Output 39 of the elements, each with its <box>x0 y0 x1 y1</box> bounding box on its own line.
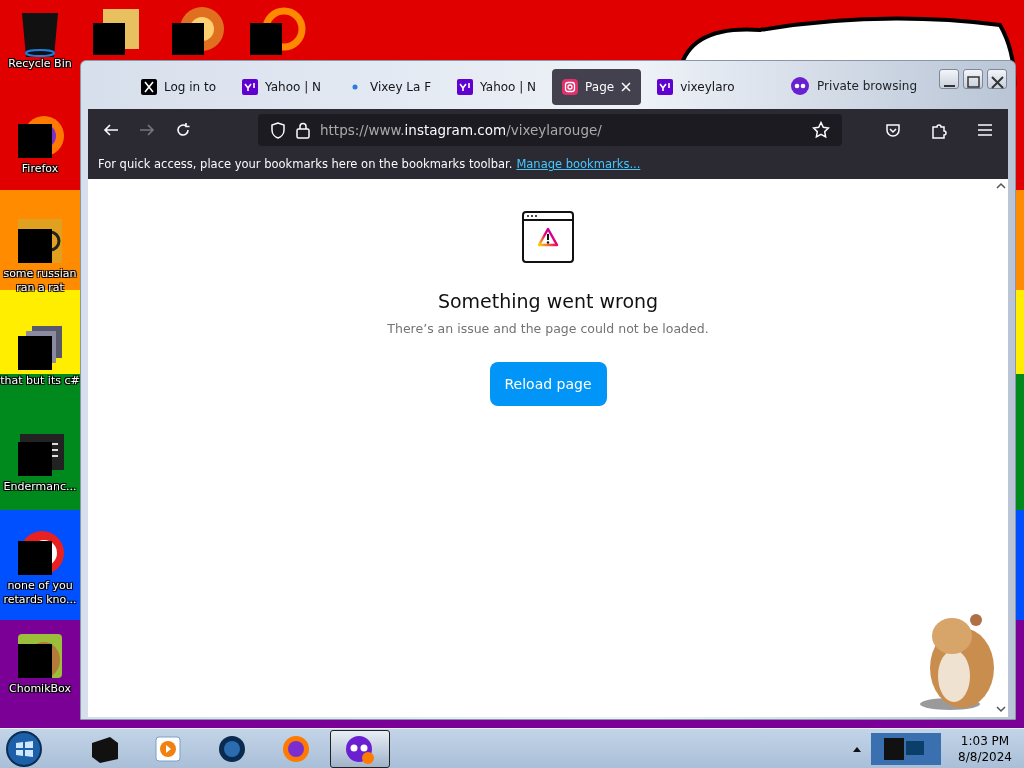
clock-date: 8/8/2024 <box>958 748 1012 765</box>
bookmarks-hint: For quick access, place your bookmarks here on the bookmarks toolbar. <box>98 156 513 174</box>
private-browsing-label: Private browsing <box>817 78 917 95</box>
scrollbar-down-icon[interactable] <box>996 706 1006 713</box>
instagram-logo-icon <box>562 79 579 95</box>
taskbar-item[interactable] <box>330 729 390 768</box>
url-text: https://www.instagram.com/vixeylarouge/ <box>320 120 602 140</box>
censored-icon[interactable] <box>250 5 306 57</box>
icon-label: some russian ran a rat <box>2 267 78 295</box>
browser-tab[interactable]: Log in to <box>131 69 227 105</box>
icon-label: ChomikBox <box>9 682 71 696</box>
start-button[interactable] <box>4 729 44 768</box>
close-icon[interactable] <box>621 82 632 92</box>
browser-tab[interactable]: vixeylaro <box>647 69 745 105</box>
warning-window-icon <box>522 211 574 263</box>
yahoo-logo-icon <box>657 79 674 95</box>
x-logo-icon <box>141 79 157 95</box>
icon-label: that but its c# <box>0 374 80 388</box>
icon-label: none of you retards kno... <box>2 579 78 607</box>
browser-tab[interactable]: Yahoo | N <box>232 69 332 105</box>
yahoo-logo-icon <box>242 79 259 95</box>
browser-tab[interactable]: Page <box>552 69 642 105</box>
shield-icon <box>270 121 286 139</box>
lock-icon <box>296 121 310 139</box>
manage-bookmarks-link[interactable]: Manage bookmarks... <box>516 156 641 174</box>
browser-tab[interactable]: Yahoo | N <box>447 69 547 105</box>
icon-label: Endermanc... <box>3 480 77 494</box>
error-message: There’s an issue and the page could not be loaded. <box>387 319 709 338</box>
private-mask-icon <box>791 77 810 95</box>
error-heading: Something went wrong <box>437 289 659 314</box>
scrollbar-up-icon[interactable] <box>996 182 1006 189</box>
icon-label: Firefox <box>21 162 59 176</box>
clock-time: 1:03 PM <box>959 732 1011 749</box>
yahoo-logo-icon <box>457 79 474 95</box>
tray-app-icon[interactable] <box>870 731 943 766</box>
star-icon[interactable] <box>812 121 830 139</box>
icon-label: Recycle Bin <box>8 57 72 71</box>
browser-tab[interactable]: Vixey La F <box>337 69 442 105</box>
address-bar[interactable]: https://www.instagram.com/vixeylarouge/ <box>258 114 842 146</box>
